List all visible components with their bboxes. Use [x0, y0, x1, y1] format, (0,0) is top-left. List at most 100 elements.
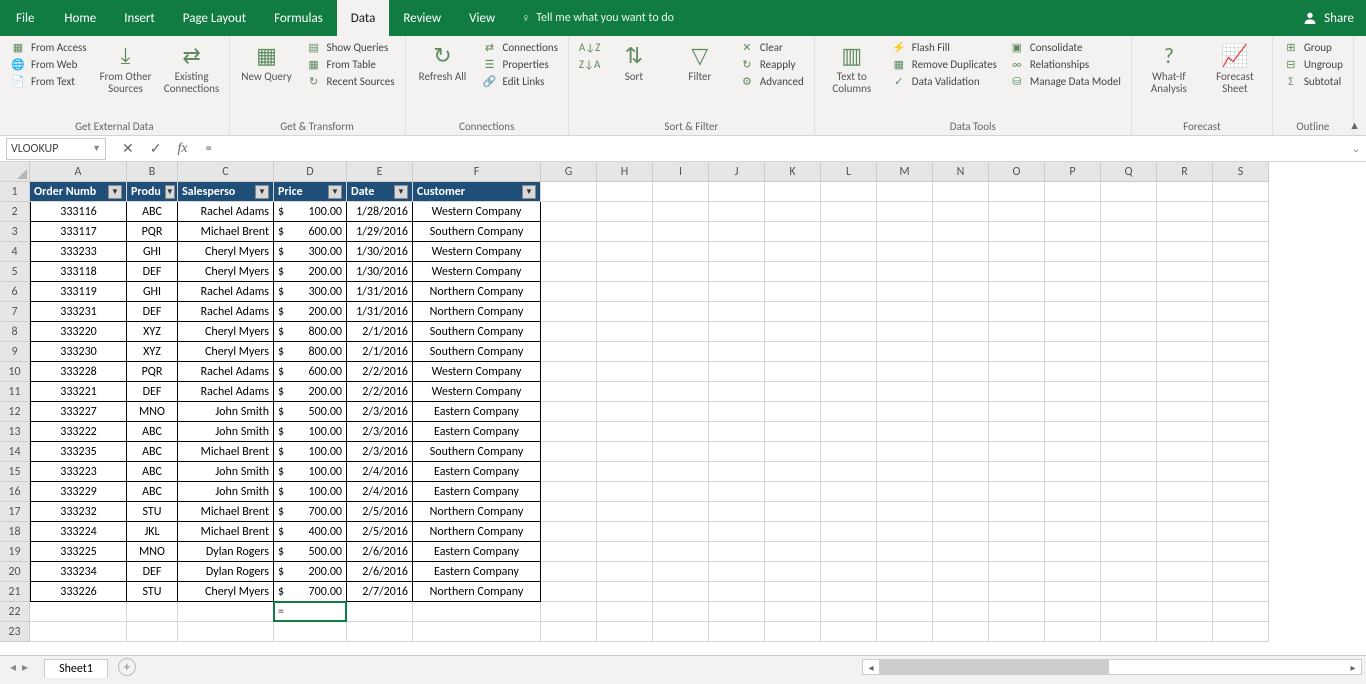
cell[interactable] [1213, 622, 1269, 642]
cell[interactable]: 2/4/2016 [347, 482, 413, 502]
cell[interactable] [1101, 442, 1157, 462]
cell[interactable] [709, 382, 765, 402]
cell[interactable] [347, 622, 413, 642]
cell[interactable]: Eastern Company [413, 402, 541, 422]
ribbon-flash-fill[interactable]: ⚡Flash Fill [889, 40, 999, 55]
cell[interactable] [1101, 262, 1157, 282]
cell[interactable] [709, 522, 765, 542]
cells-area[interactable]: Order Numb▼Produ▼Salesperso▼Price▼Date▼C… [30, 182, 1269, 642]
cell[interactable] [541, 182, 597, 202]
cell[interactable] [1101, 302, 1157, 322]
cell[interactable] [1101, 522, 1157, 542]
menu-tab-file[interactable]: File [0, 0, 50, 36]
cell[interactable]: John Smith [178, 402, 274, 422]
ribbon-reapply[interactable]: ↻Reapply [737, 57, 806, 72]
cell[interactable]: $700.00 [274, 502, 347, 522]
cell[interactable] [653, 422, 709, 442]
cell[interactable] [765, 242, 821, 262]
cell[interactable] [933, 202, 989, 222]
cell[interactable] [653, 602, 709, 622]
cell[interactable] [597, 622, 653, 642]
cell[interactable]: STU [127, 582, 178, 602]
cell[interactable] [1101, 362, 1157, 382]
cell[interactable] [127, 602, 178, 622]
cell[interactable]: $300.00 [274, 282, 347, 302]
cell[interactable]: 333224 [30, 522, 127, 542]
cell[interactable] [709, 242, 765, 262]
cell[interactable]: Eastern Company [413, 482, 541, 502]
cell[interactable] [821, 222, 877, 242]
cell[interactable] [1045, 462, 1101, 482]
active-cell-editing[interactable]: = [276, 602, 345, 622]
cell[interactable] [933, 482, 989, 502]
cell[interactable] [541, 242, 597, 262]
cell[interactable]: DEF [127, 262, 178, 282]
ribbon-group[interactable]: ⊞Group [1281, 40, 1345, 55]
cell[interactable] [597, 402, 653, 422]
ribbon-from-web[interactable]: 🌐From Web [8, 57, 89, 72]
cell[interactable] [1213, 222, 1269, 242]
cell[interactable]: 333220 [30, 322, 127, 342]
cell[interactable] [877, 622, 933, 642]
cell[interactable] [541, 622, 597, 642]
col-header-M[interactable]: M [877, 162, 933, 182]
add-sheet-button[interactable]: + [118, 658, 136, 676]
cell[interactable]: Northern Company [413, 282, 541, 302]
cell[interactable] [821, 202, 877, 222]
cell[interactable] [933, 582, 989, 602]
cell[interactable]: 333233 [30, 242, 127, 262]
cell[interactable] [1101, 602, 1157, 622]
cell[interactable]: PQR [127, 362, 178, 382]
cell[interactable]: Michael Brent [178, 502, 274, 522]
cell[interactable]: $300.00 [274, 242, 347, 262]
cell[interactable] [933, 262, 989, 282]
cell[interactable] [877, 482, 933, 502]
cell[interactable] [597, 362, 653, 382]
cell[interactable] [1045, 262, 1101, 282]
cell[interactable]: Northern Company [413, 502, 541, 522]
cell[interactable] [821, 622, 877, 642]
cell[interactable] [877, 522, 933, 542]
cell[interactable] [1101, 562, 1157, 582]
sheet-nav[interactable]: ◂▸ [0, 660, 38, 675]
cell[interactable]: Northern Company [413, 522, 541, 542]
col-header-I[interactable]: I [653, 162, 709, 182]
cell[interactable] [597, 202, 653, 222]
cell[interactable] [765, 462, 821, 482]
cell[interactable] [1157, 482, 1213, 502]
cell[interactable] [1157, 182, 1213, 202]
cell[interactable] [989, 582, 1045, 602]
col-header-S[interactable]: S [1213, 162, 1269, 182]
cell[interactable] [653, 322, 709, 342]
cell[interactable] [933, 282, 989, 302]
ribbon-from-table[interactable]: ▦From Table [304, 57, 397, 72]
cell[interactable]: 333118 [30, 262, 127, 282]
cell[interactable]: $100.00 [274, 202, 347, 222]
cell[interactable] [821, 382, 877, 402]
cell[interactable] [821, 602, 877, 622]
cell[interactable]: Northern Company [413, 302, 541, 322]
cell[interactable] [877, 542, 933, 562]
cell[interactable] [413, 602, 541, 622]
cell[interactable]: $600.00 [274, 362, 347, 382]
cell[interactable] [1213, 282, 1269, 302]
row-header-16[interactable]: 16 [0, 482, 30, 502]
cell[interactable] [541, 482, 597, 502]
cell[interactable] [597, 242, 653, 262]
cell[interactable] [877, 322, 933, 342]
row-header-12[interactable]: 12 [0, 402, 30, 422]
cell[interactable]: 1/28/2016 [347, 202, 413, 222]
cell[interactable] [541, 582, 597, 602]
ribbon-from-text[interactable]: 📄From Text [8, 74, 89, 89]
cell[interactable] [709, 402, 765, 422]
ribbon-properties[interactable]: ☰Properties [480, 57, 560, 72]
cell[interactable] [709, 542, 765, 562]
cell[interactable]: 1/29/2016 [347, 222, 413, 242]
cell[interactable]: DEF [127, 562, 178, 582]
cell[interactable] [1101, 422, 1157, 442]
cell[interactable] [821, 462, 877, 482]
cell[interactable] [877, 402, 933, 422]
cell[interactable] [989, 502, 1045, 522]
cell[interactable] [1157, 242, 1213, 262]
cell[interactable] [653, 442, 709, 462]
